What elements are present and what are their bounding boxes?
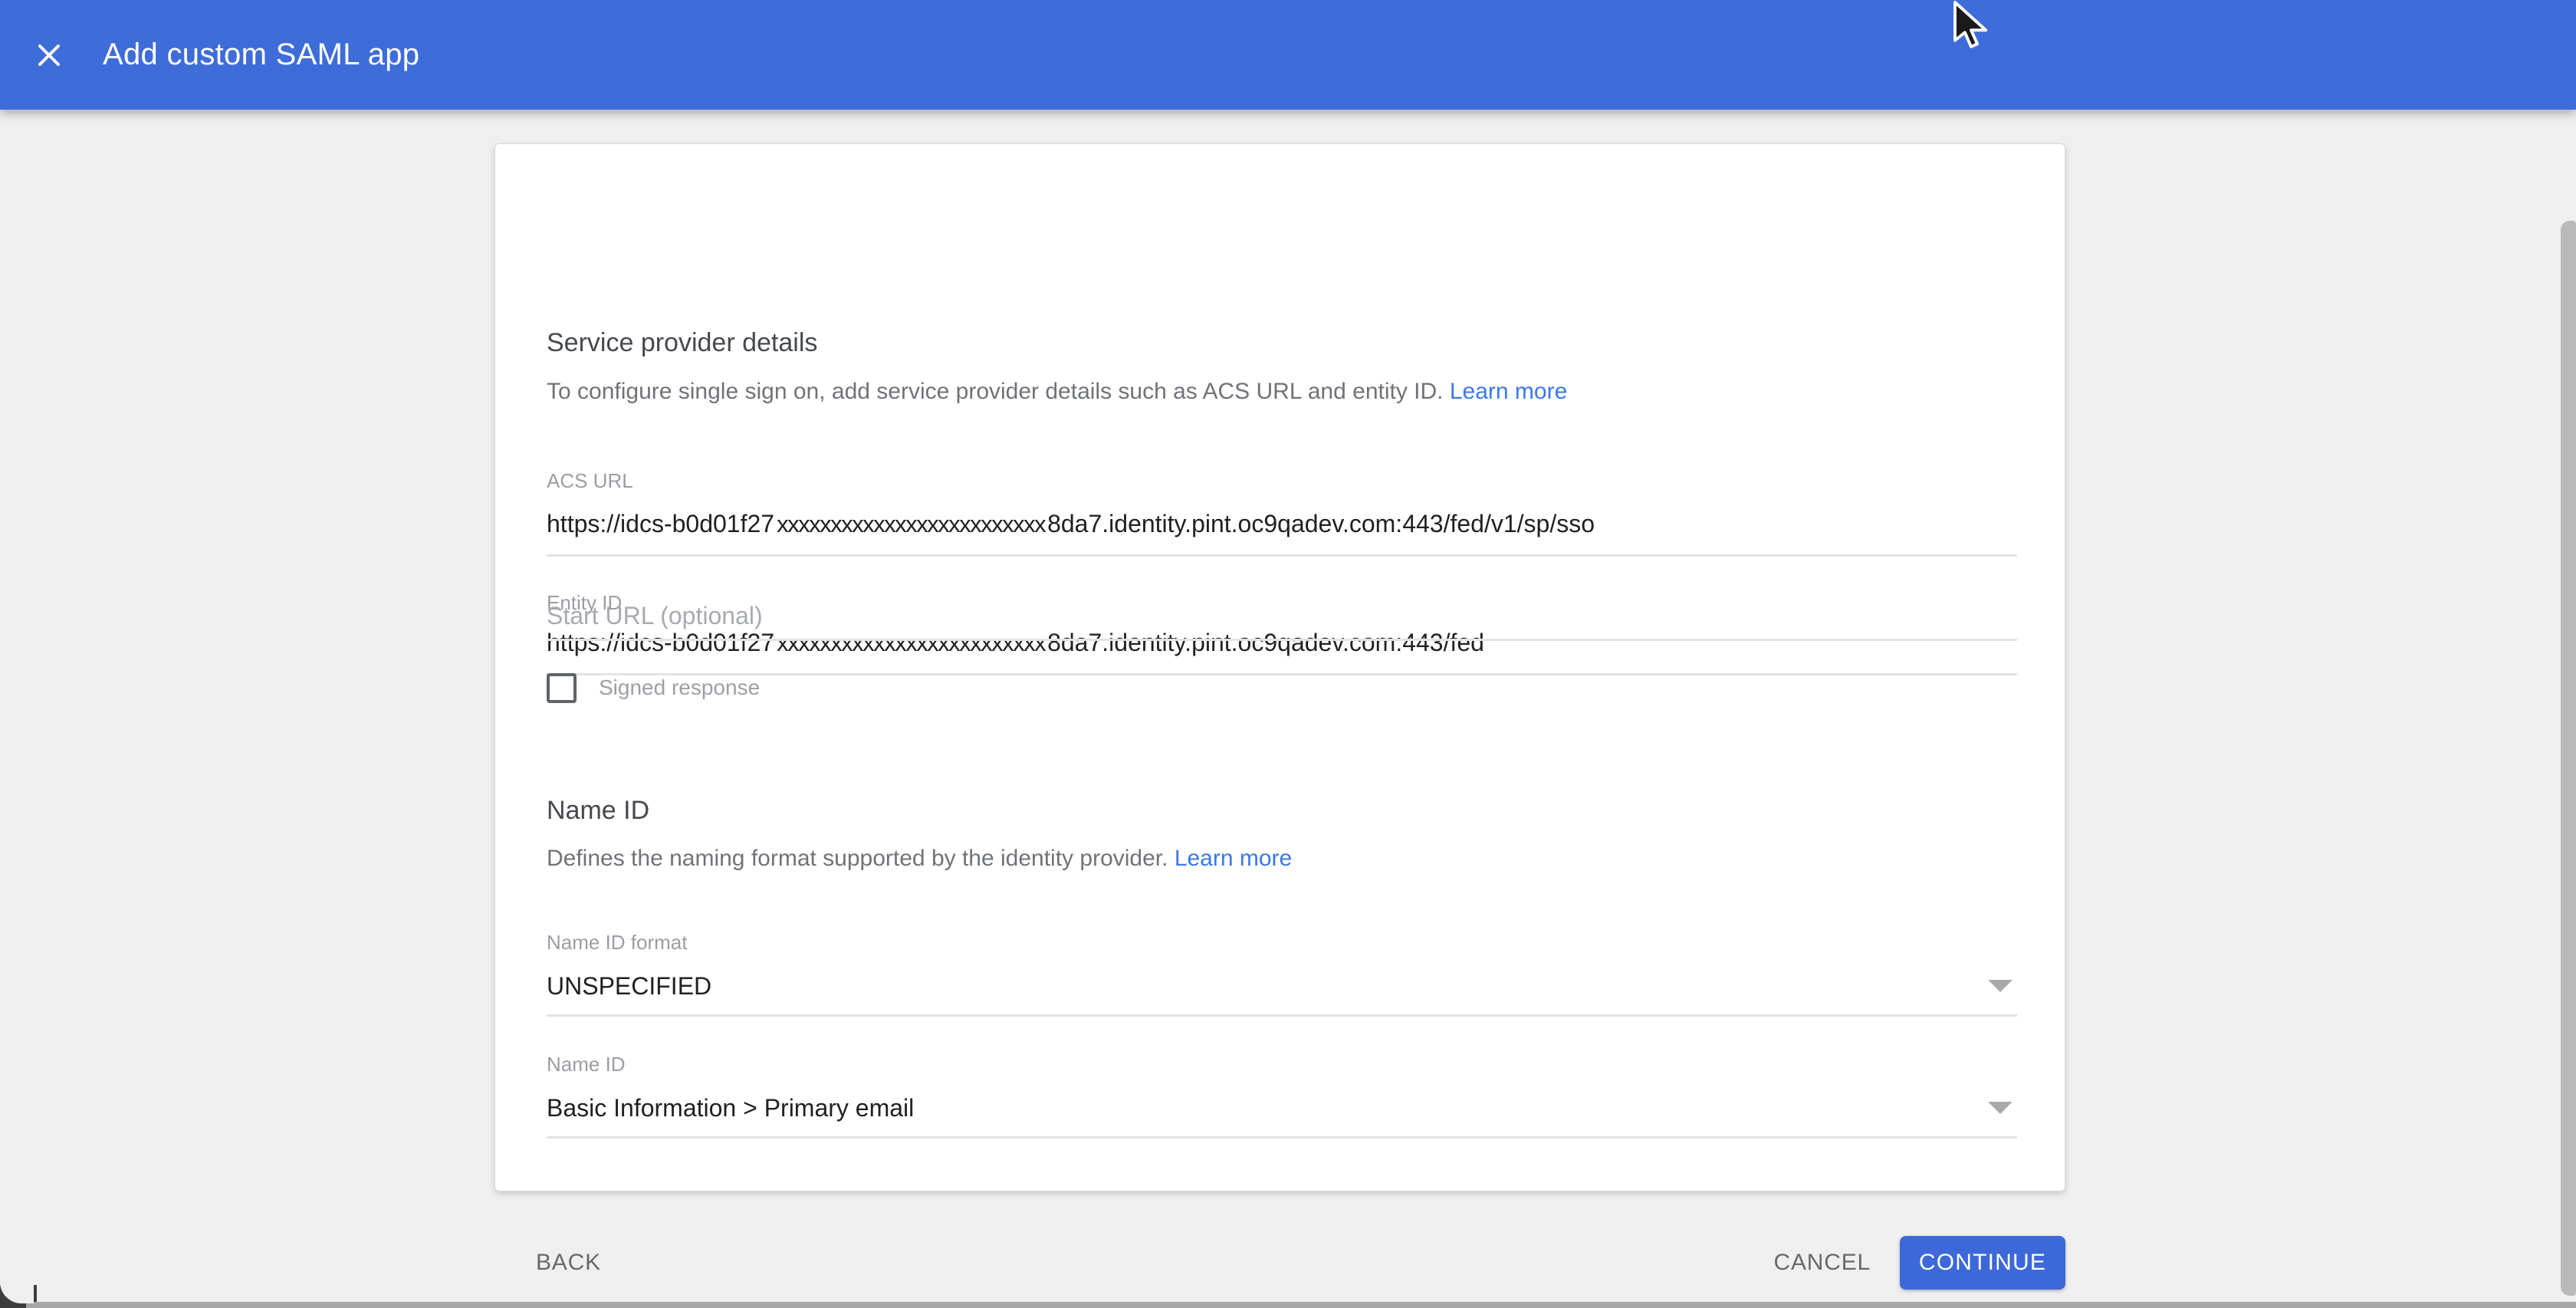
name-id-label: Name ID (547, 1053, 626, 1076)
close-button[interactable] (25, 31, 74, 80)
learn-more-link[interactable]: Learn more (1175, 846, 1292, 871)
name-id-format-label: Name ID format (547, 931, 688, 955)
acs-url-label: ACS URL (547, 469, 633, 493)
description-text: Defines the naming format supported by t… (547, 846, 1168, 871)
back-button[interactable]: BACK (525, 1236, 612, 1290)
name-id-format-select[interactable]: UNSPECIFIED (547, 968, 2017, 1004)
section-title-service-provider-details: Service provider details (547, 328, 817, 358)
section-description: To configure single sign on, add service… (547, 379, 1567, 405)
page-title: Add custom SAML app (103, 38, 419, 72)
name-id-select[interactable]: Basic Information > Primary email (547, 1089, 2017, 1126)
cancel-button[interactable]: CANCEL (1763, 1236, 1882, 1290)
acs-url-field[interactable]: https://idcs-b0d01f27xxxxxxxxxxxxxxxxxxx… (547, 510, 1595, 538)
vertical-scrollbar[interactable] (2561, 221, 2576, 1296)
window-bottom-edge (26, 1302, 2576, 1308)
add-custom-saml-app-dialog: Add custom SAML app Service provider det… (0, 0, 2576, 1308)
name-id-value: Basic Information > Primary email (547, 1094, 914, 1122)
section-title-name-id: Name ID (547, 796, 649, 826)
service-provider-card: Service provider details To configure si… (495, 143, 2065, 1191)
signed-response-checkbox[interactable] (547, 673, 577, 703)
name-id-format-underline (547, 1014, 2017, 1017)
dropdown-arrow-icon[interactable] (1988, 980, 2013, 992)
name-id-format-value: UNSPECIFIED (547, 972, 711, 1001)
entity-id-underline (547, 673, 2017, 675)
dropdown-arrow-icon[interactable] (1988, 1102, 2013, 1114)
close-icon (35, 41, 63, 69)
name-id-underline (547, 1136, 2017, 1139)
description-text: To configure single sign on, add service… (547, 379, 1444, 404)
learn-more-link[interactable]: Learn more (1450, 379, 1567, 404)
signed-response-label: Signed response (599, 675, 760, 700)
acs-url-underline (547, 554, 2017, 557)
start-url-input[interactable] (547, 598, 2017, 641)
footer-actions: BACK CANCEL CONTINUE (495, 1235, 2065, 1290)
name-id-description: Defines the naming format supported by t… (547, 846, 1292, 872)
continue-button[interactable]: CONTINUE (1900, 1236, 2065, 1290)
masked-tenant-id: xxxxxxxxxxxxxxxxxxxxxxxxx (777, 511, 1045, 537)
dialog-header: Add custom SAML app (0, 0, 2576, 110)
